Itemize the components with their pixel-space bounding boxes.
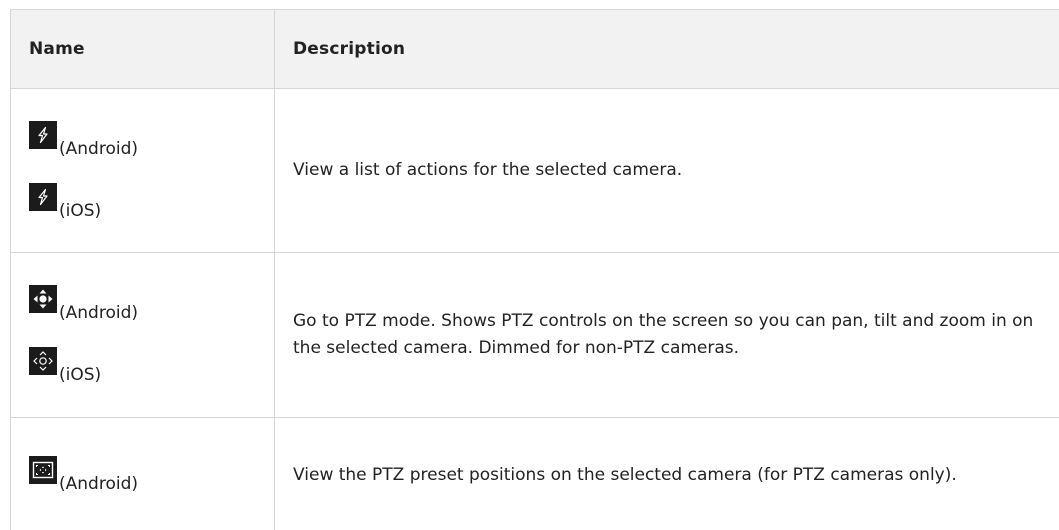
name-cell: (Android) (iOS) [10,252,275,418]
ptz-arrows-filled-icon [29,285,57,313]
table-header-row: Name Description [10,9,1059,89]
ptz-arrows-outline-icon [29,347,57,375]
icon-entry: (iOS) [29,347,274,385]
column-header-description: Description [274,9,1059,89]
icon-entry: (iOS) [29,182,274,221]
table-row: (Android) (iOS) Go to PTZ mode. Shows PT… [10,252,1059,418]
description-cell: View the PTZ preset positions on the sel… [274,417,1059,530]
table-row: (Android) (iOS) View a list of actions f… [10,88,1059,253]
lightning-bolt-icon [29,120,57,149]
platform-label: (iOS) [59,365,102,385]
description-cell: Go to PTZ mode. Shows PTZ controls on th… [274,252,1059,418]
platform-label: (Android) [59,474,138,494]
functions-table: Name Description (Android) (iOS) View a … [10,9,1059,530]
ptz-preset-frame-icon [29,456,57,484]
icon-entry: (Android) [29,285,274,323]
description-cell: View a list of actions for the selected … [274,88,1059,253]
platform-label: (Android) [59,138,138,159]
name-cell: (Android) (iOS) [10,88,275,253]
platform-label: (iOS) [59,200,102,221]
lightning-bolt-icon [29,182,57,211]
platform-label: (Android) [59,303,138,323]
icon-entry: (Android) [29,456,274,494]
name-cell: (Android) [10,417,275,530]
table-row: (Android) View the PTZ preset positions … [10,417,1059,530]
icon-entry: (Android) [29,120,274,159]
column-header-name: Name [10,9,275,89]
